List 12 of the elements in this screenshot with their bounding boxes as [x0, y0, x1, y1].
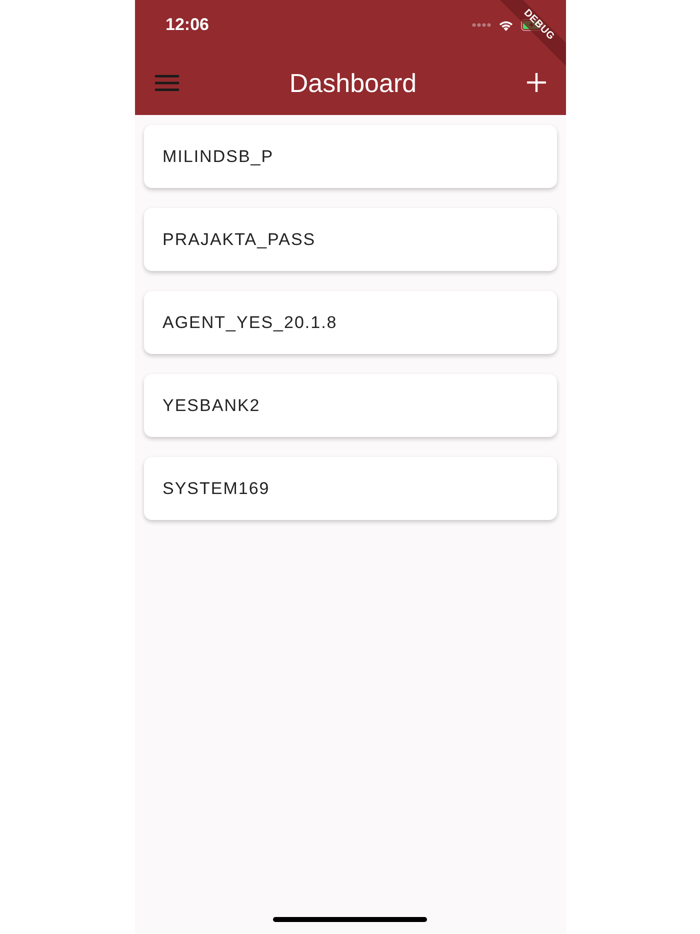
list-item-card[interactable]: SYSTEM169 [144, 457, 556, 520]
status-time: 12:06 [166, 14, 209, 36]
wifi-icon [498, 19, 514, 31]
list-item-card[interactable]: MILINDSB_P [144, 125, 556, 188]
app-bar-title: Dashboard [289, 70, 417, 96]
menu-icon [154, 74, 178, 90]
list-item-card[interactable]: AGENT_YES_20.1.8 [144, 291, 556, 354]
add-button[interactable] [527, 73, 546, 92]
signal-dots-icon [472, 23, 490, 27]
list-item-card[interactable]: PRAJAKTA_PASS [144, 208, 556, 271]
plus-icon [527, 73, 546, 92]
list-item-card[interactable]: YESBANK2 [144, 374, 556, 437]
